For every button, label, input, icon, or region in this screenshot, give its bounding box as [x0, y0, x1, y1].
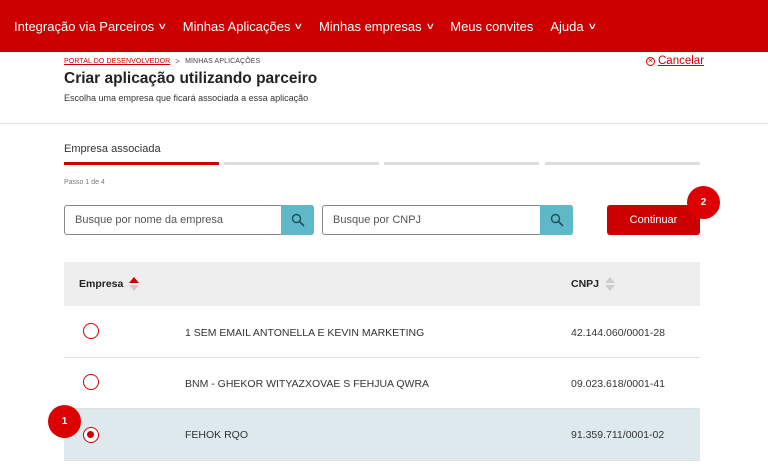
- row-radio[interactable]: [83, 374, 99, 390]
- sort-arrows-icon[interactable]: [605, 277, 616, 291]
- breadcrumb-separator: >: [175, 57, 181, 66]
- cnpj-search-input[interactable]: [323, 206, 540, 234]
- column-header-label: CNPJ: [571, 278, 600, 290]
- step-bar-3: [384, 162, 539, 165]
- table-header: Empresa CNPJ: [64, 262, 700, 306]
- cnpj-search: [322, 205, 573, 235]
- chevron-down-icon: ∨: [586, 20, 597, 31]
- company-name-cell: FEHOK RQO: [185, 429, 249, 441]
- nav-item-minhas-empresas[interactable]: Minhas empresas ∨: [319, 18, 435, 34]
- row-radio[interactable]: [83, 323, 99, 339]
- nav-item-integracao[interactable]: Integração via Parceiros ∨: [14, 18, 168, 34]
- nav-item-minhas-aplicacoes[interactable]: Minhas Aplicações ∨: [182, 18, 304, 34]
- step-counter: Passo 1 de 4: [64, 179, 105, 186]
- sort-arrows-icon[interactable]: [129, 277, 140, 291]
- nav-item-label: Meus convites: [450, 18, 534, 34]
- nav-item-meus-convites[interactable]: Meus convites: [450, 19, 533, 34]
- cnpj-cell: 09.023.618/0001-41: [571, 377, 666, 390]
- cnpj-cell: 91.359.711/0001-02: [571, 429, 665, 441]
- cancel-link[interactable]: ✕ Cancelar: [646, 55, 704, 67]
- page-title: Criar aplicação utilizando parceiro: [64, 70, 318, 87]
- column-header-empresa[interactable]: Empresa: [79, 262, 140, 306]
- company-search-button[interactable]: [281, 205, 314, 235]
- breadcrumb-current: MINHAS APLICAÇÕES: [185, 58, 261, 65]
- page-subtitle: Escolha uma empresa que ficará associada…: [64, 93, 309, 103]
- breadcrumb-portal-link[interactable]: PORTAL DO DESENVOLVEDOR: [64, 58, 170, 65]
- table-row[interactable]: 1 SEM EMAIL ANTONELLA E KEVIN MARKETING …: [64, 307, 700, 358]
- top-navigation: Integração via Parceiros ∨ Minhas Aplica…: [0, 0, 768, 52]
- company-name-cell: BNM - GHEKOR WITYAZXOVAE S FEHJUA QWRA: [185, 377, 430, 390]
- step-bar-1: [64, 162, 219, 165]
- nav-item-label: Integração via Parceiros: [14, 18, 155, 34]
- page-header: PORTAL DO DESENVOLVEDOR > MINHAS APLICAÇ…: [0, 52, 768, 124]
- breadcrumb: PORTAL DO DESENVOLVEDOR > MINHAS APLICAÇ…: [64, 57, 260, 66]
- nav-item-ajuda[interactable]: Ajuda ∨: [550, 18, 597, 34]
- step-bar-2: [224, 162, 379, 165]
- annotation-badge-2: 2: [687, 186, 720, 219]
- chevron-down-icon: ∨: [157, 20, 168, 31]
- continue-button[interactable]: Continuar: [607, 205, 700, 235]
- table-row-selected[interactable]: FEHOK RQO 91.359.711/0001-02: [64, 409, 700, 461]
- row-radio-selected[interactable]: [83, 427, 99, 443]
- cancel-label: Cancelar: [658, 55, 705, 67]
- annotation-badge-1: 1: [48, 405, 81, 438]
- nav-item-label: Minhas Aplicações: [182, 18, 291, 34]
- cnpj-search-button[interactable]: [540, 205, 573, 235]
- column-header-label: Empresa: [79, 278, 124, 290]
- company-search: [64, 205, 314, 235]
- table-row[interactable]: BNM - GHEKOR WITYAZXOVAE S FEHJUA QWRA 0…: [64, 358, 700, 409]
- nav-item-label: Ajuda: [550, 18, 584, 34]
- close-circle-icon: ✕: [646, 56, 655, 66]
- column-header-cnpj[interactable]: CNPJ: [571, 262, 616, 306]
- magnifier-icon: [550, 213, 563, 227]
- chevron-down-icon: ∨: [425, 20, 435, 31]
- nav-item-label: Minhas empresas: [319, 18, 422, 34]
- cnpj-cell: 42.144.060/0001-28: [571, 326, 666, 339]
- chevron-down-icon: ∨: [293, 20, 304, 31]
- company-search-input[interactable]: [65, 206, 281, 234]
- magnifier-icon: [291, 213, 304, 227]
- step-label-empresa-associada: Empresa associada: [64, 143, 161, 155]
- step-bar-4: [545, 162, 700, 165]
- company-name-cell: 1 SEM EMAIL ANTONELLA E KEVIN MARKETING: [185, 326, 425, 339]
